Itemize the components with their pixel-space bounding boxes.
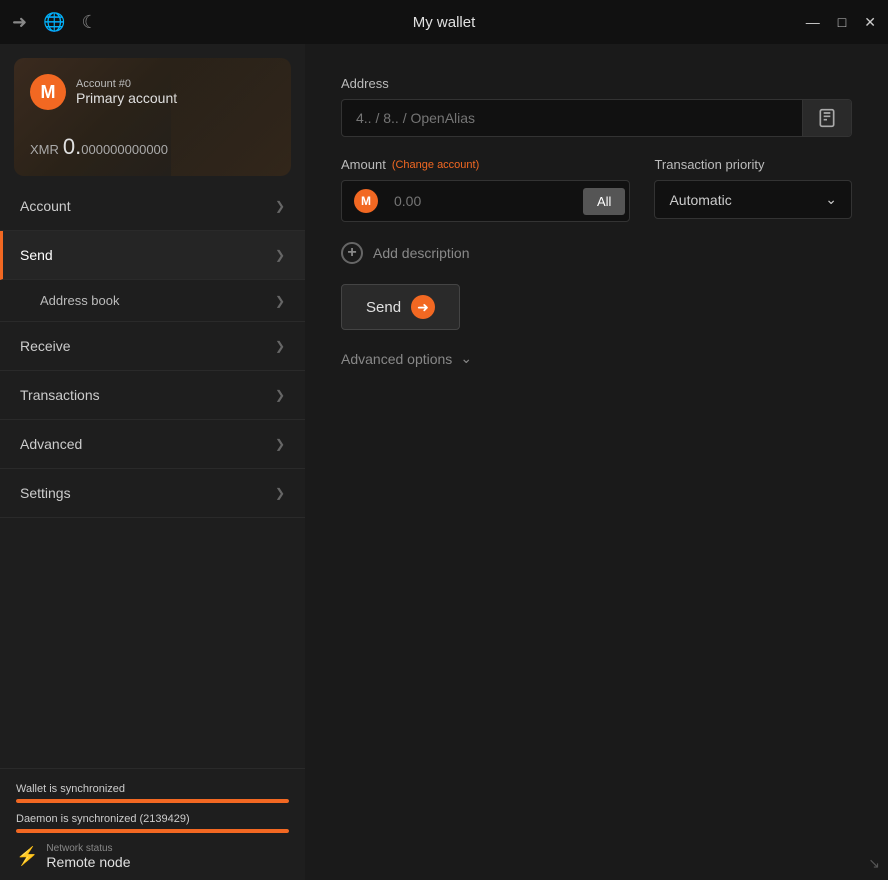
resize-handle[interactable]: ↘ bbox=[868, 855, 880, 872]
address-input-row bbox=[341, 99, 852, 137]
network-status-label: Network status bbox=[46, 843, 130, 854]
send-button[interactable]: Send ➜ bbox=[341, 284, 460, 330]
account-name: Primary account bbox=[76, 90, 177, 106]
transactions-label: Transactions bbox=[20, 387, 100, 403]
transactions-chevron-icon: ❯ bbox=[275, 388, 285, 402]
wallet-card: M Account #0 Primary account XMR 0.000000… bbox=[14, 58, 291, 176]
app-title: My wallet bbox=[413, 14, 476, 31]
nav-section: Account ❯ Send ❯ Address book ❯ Receive … bbox=[0, 182, 305, 768]
advanced-options-label: Advanced options bbox=[341, 351, 452, 367]
monero-small-logo: M bbox=[354, 189, 378, 213]
sidebar-item-address-book[interactable]: Address book ❯ bbox=[0, 280, 305, 322]
sidebar-item-advanced[interactable]: Advanced ❯ bbox=[0, 420, 305, 469]
amount-input[interactable] bbox=[390, 183, 579, 219]
minimize-button[interactable]: — bbox=[806, 14, 820, 30]
add-description-icon: + bbox=[341, 242, 363, 264]
lightning-icon: ⚡ bbox=[16, 846, 38, 867]
address-book-label: Address book bbox=[40, 293, 120, 308]
moon-icon[interactable]: ☾ bbox=[82, 12, 98, 33]
send-label: Send bbox=[20, 247, 53, 263]
balance-whole: 0. bbox=[63, 134, 81, 159]
priority-label: Transaction priority bbox=[654, 157, 852, 172]
sync-status-area: Wallet is synchronized Daemon is synchro… bbox=[0, 768, 305, 880]
settings-chevron-icon: ❯ bbox=[275, 486, 285, 500]
main-content: Address Amount (Change account) bbox=[305, 44, 888, 880]
address-book-button[interactable] bbox=[802, 100, 851, 136]
address-input[interactable] bbox=[342, 100, 802, 136]
all-button[interactable]: All bbox=[583, 188, 625, 215]
titlebar: ➜ 🌐 ☾ My wallet — □ ✕ bbox=[0, 0, 888, 44]
advanced-label: Advanced bbox=[20, 436, 82, 452]
add-description-label: Add description bbox=[373, 245, 470, 261]
sidebar-item-send[interactable]: Send ❯ bbox=[0, 231, 305, 280]
monero-logo: M bbox=[30, 74, 66, 110]
network-status-value: Remote node bbox=[46, 854, 130, 870]
currency-label: XMR bbox=[30, 142, 59, 157]
send-chevron-icon: ❯ bbox=[275, 248, 285, 262]
advanced-chevron-icon: ⌄ bbox=[460, 350, 472, 367]
account-label: Account bbox=[20, 198, 71, 214]
advanced-options-toggle[interactable]: Advanced options ⌄ bbox=[341, 350, 852, 367]
address-section: Address bbox=[341, 76, 852, 137]
change-account-link[interactable]: (Change account) bbox=[392, 159, 479, 171]
window-controls: — □ ✕ bbox=[806, 14, 876, 31]
globe-icon[interactable]: 🌐 bbox=[43, 12, 65, 33]
address-book-chevron-icon: ❯ bbox=[275, 294, 285, 308]
amount-priority-section: Amount (Change account) M All Transactio… bbox=[341, 157, 852, 222]
amount-monero-icon: M bbox=[342, 181, 390, 221]
wallet-balance: XMR 0.000000000000 bbox=[30, 134, 275, 160]
send-icon[interactable]: ➜ bbox=[12, 12, 27, 33]
balance-decimals: 000000000000 bbox=[81, 142, 168, 157]
priority-select[interactable]: Automatic ⌄ bbox=[654, 180, 852, 219]
app-body: M Account #0 Primary account XMR 0.000000… bbox=[0, 44, 888, 880]
send-button-area: Send ➜ bbox=[341, 284, 852, 330]
sidebar-item-receive[interactable]: Receive ❯ bbox=[0, 322, 305, 371]
account-number: Account #0 bbox=[76, 78, 177, 90]
amount-label: Amount bbox=[341, 157, 386, 172]
priority-chevron-icon: ⌄ bbox=[825, 191, 837, 208]
sidebar-item-settings[interactable]: Settings ❯ bbox=[0, 469, 305, 518]
amount-group: Amount (Change account) M All bbox=[341, 157, 630, 222]
sidebar-item-account[interactable]: Account ❯ bbox=[0, 182, 305, 231]
daemon-sync-fill bbox=[16, 829, 289, 833]
amount-label-row: Amount (Change account) bbox=[341, 157, 630, 172]
sidebar-item-transactions[interactable]: Transactions ❯ bbox=[0, 371, 305, 420]
priority-value: Automatic bbox=[669, 192, 731, 208]
network-text: Network status Remote node bbox=[46, 843, 130, 870]
daemon-sync-bar bbox=[16, 829, 289, 833]
settings-label: Settings bbox=[20, 485, 71, 501]
receive-label: Receive bbox=[20, 338, 71, 354]
network-status: ⚡ Network status Remote node bbox=[16, 843, 289, 870]
titlebar-left-icons: ➜ 🌐 ☾ bbox=[12, 12, 98, 33]
close-button[interactable]: ✕ bbox=[864, 14, 876, 31]
add-description[interactable]: + Add description bbox=[341, 242, 852, 264]
wallet-info: Account #0 Primary account bbox=[76, 78, 177, 106]
monero-symbol: M bbox=[41, 82, 56, 103]
amount-input-row: M All bbox=[341, 180, 630, 222]
account-chevron-icon: ❯ bbox=[275, 199, 285, 213]
sidebar: M Account #0 Primary account XMR 0.000000… bbox=[0, 44, 305, 880]
address-label: Address bbox=[341, 76, 852, 91]
receive-chevron-icon: ❯ bbox=[275, 339, 285, 353]
send-button-label: Send bbox=[366, 299, 401, 316]
maximize-button[interactable]: □ bbox=[838, 14, 846, 30]
wallet-sync-label: Wallet is synchronized bbox=[16, 783, 289, 795]
advanced-chevron-icon: ❯ bbox=[275, 437, 285, 451]
send-arrow-icon: ➜ bbox=[411, 295, 435, 319]
daemon-sync-label: Daemon is synchronized (2139429) bbox=[16, 813, 289, 825]
priority-group: Transaction priority Automatic ⌄ bbox=[654, 157, 852, 219]
wallet-sync-bar bbox=[16, 799, 289, 803]
wallet-sync-fill bbox=[16, 799, 289, 803]
